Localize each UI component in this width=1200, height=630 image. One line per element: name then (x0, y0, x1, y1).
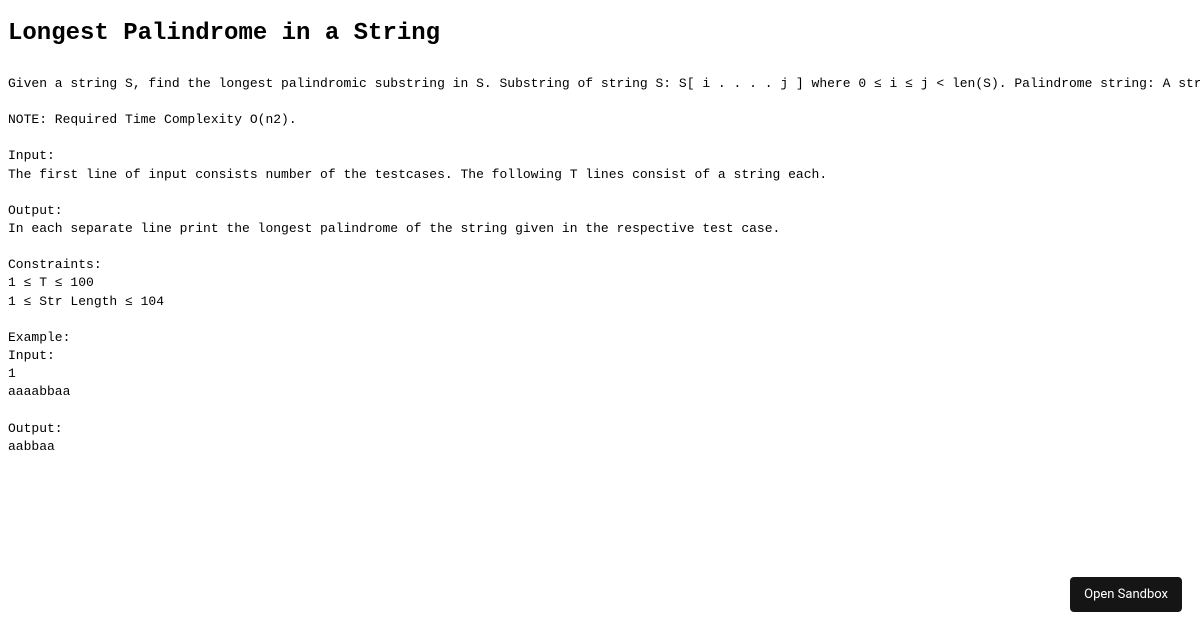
page-title: Longest Palindrome in a String (8, 20, 1192, 47)
constraints-section: Constraints: 1 ≤ T ≤ 100 1 ≤ Str Length … (8, 256, 1192, 311)
example-section: Example: Input: 1 aaaabbaa Output: aabba… (8, 329, 1192, 456)
input-section: Input: The first line of input consists … (8, 147, 1192, 183)
note-text: NOTE: Required Time Complexity O(n2). (8, 111, 1192, 129)
open-sandbox-button[interactable]: Open Sandbox (1070, 577, 1182, 612)
problem-description: Given a string S, find the longest palin… (8, 75, 1192, 93)
output-section: Output: In each separate line print the … (8, 202, 1192, 238)
